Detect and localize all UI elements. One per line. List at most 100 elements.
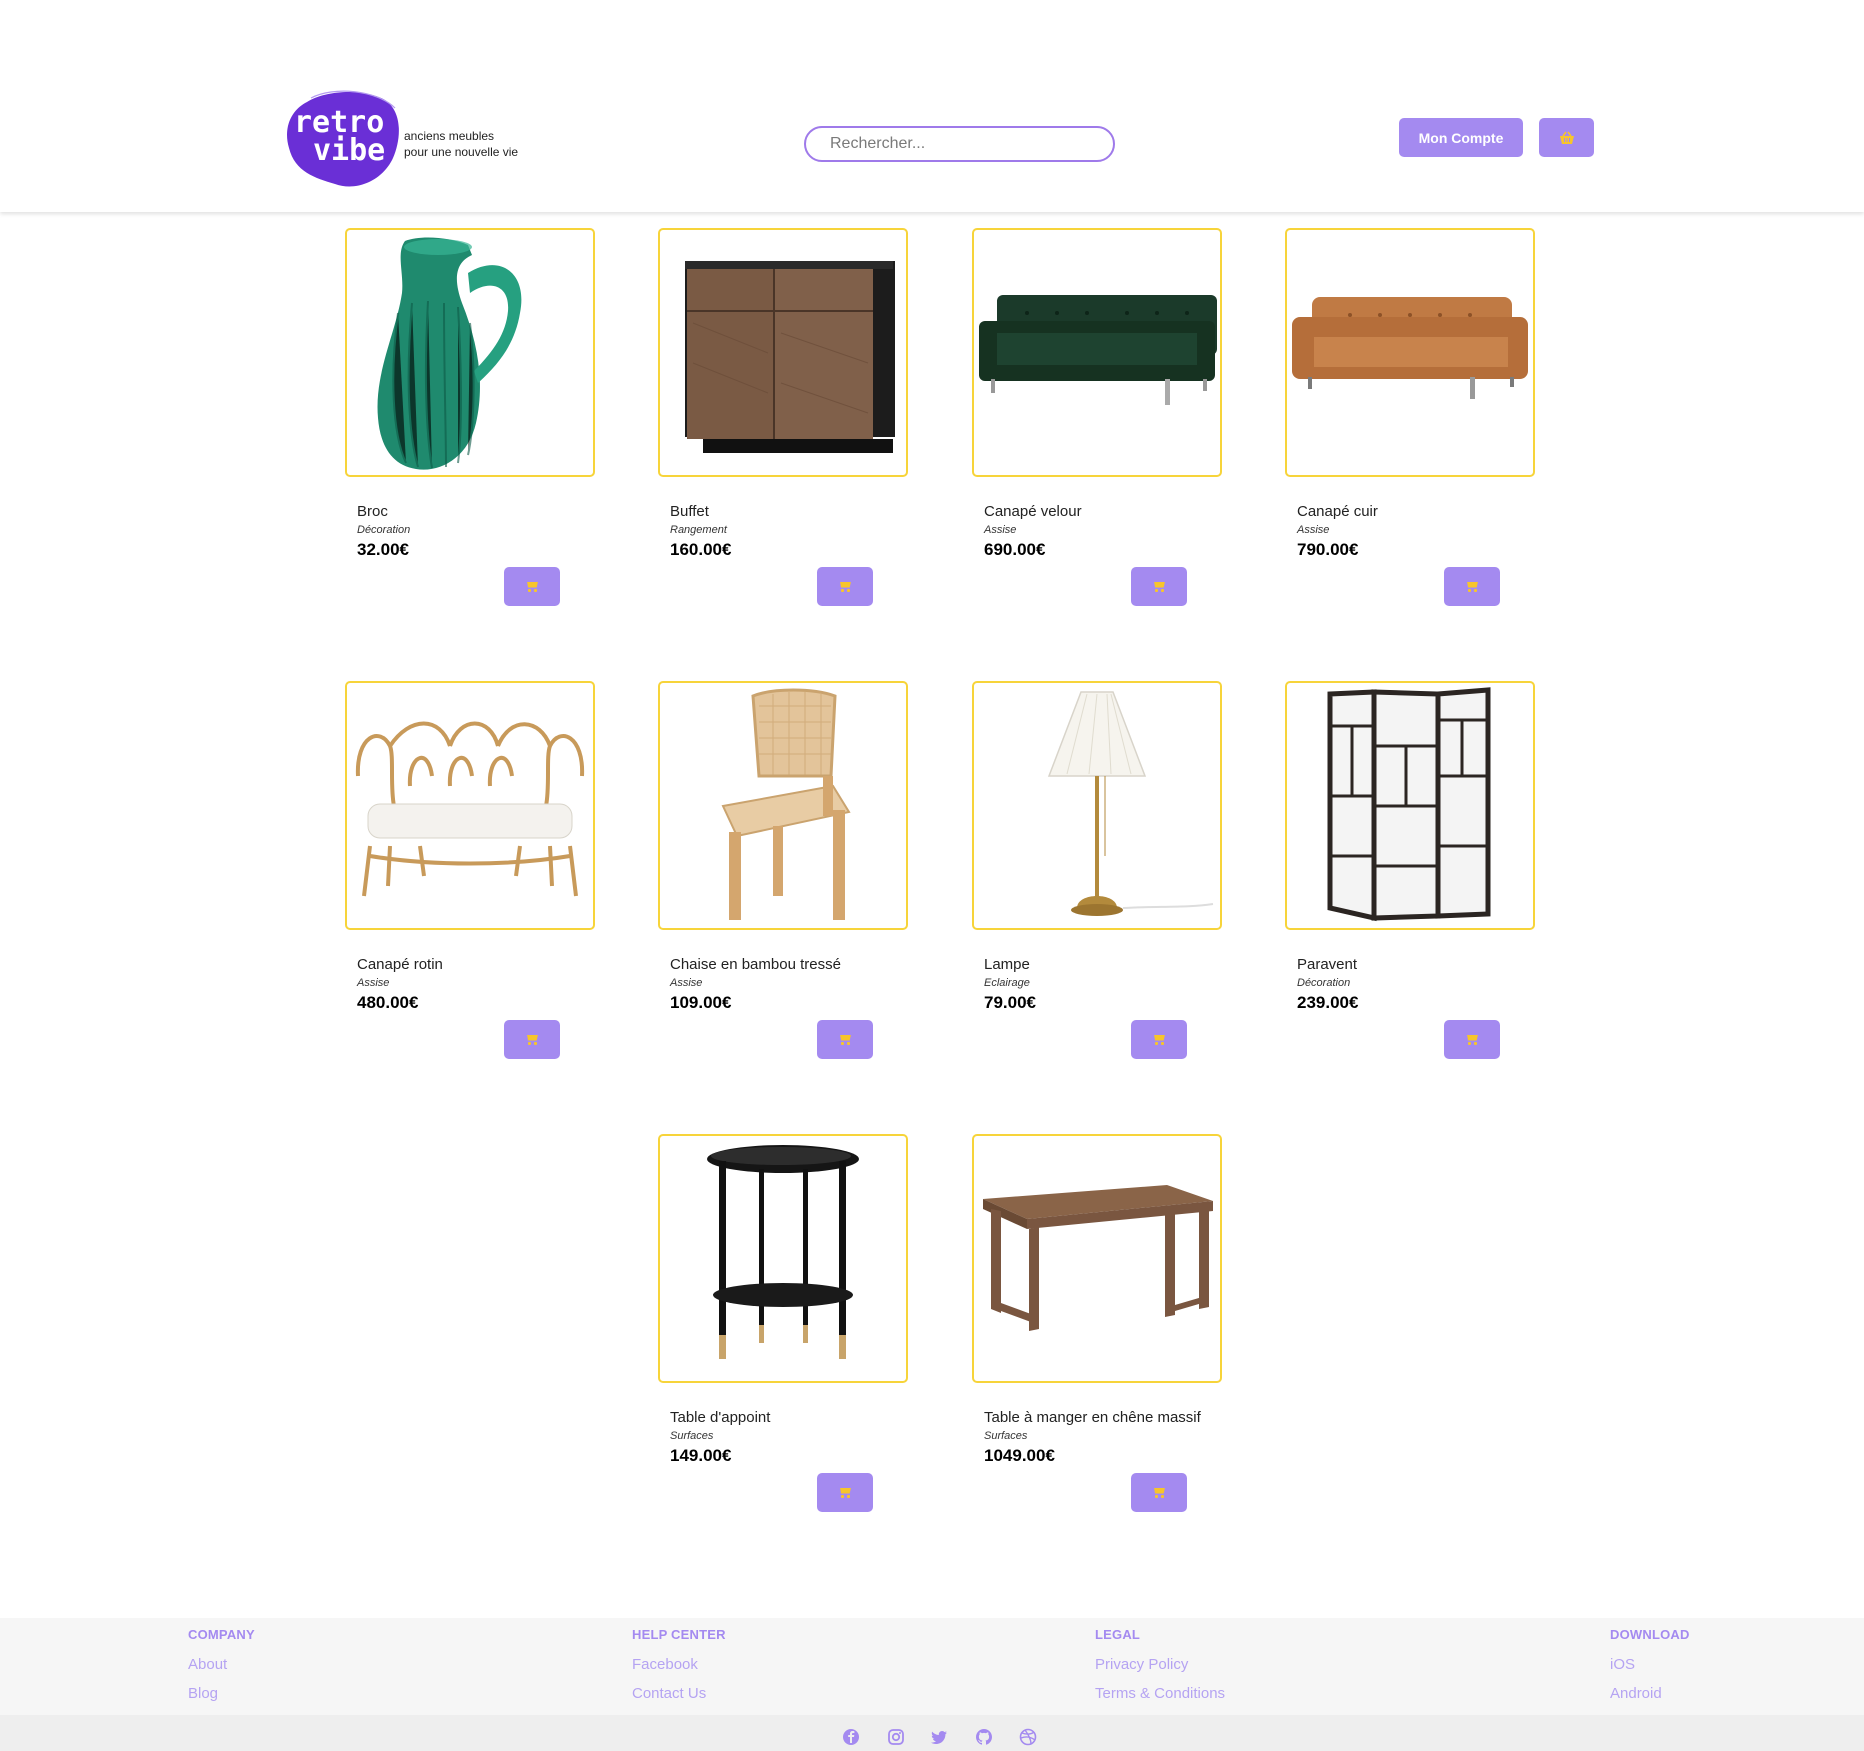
product-price: 239.00€ xyxy=(1297,993,1359,1012)
product-category: Surfaces xyxy=(670,1430,714,1442)
product-name[interactable]: Table d'appoint xyxy=(670,1409,770,1426)
cart-icon xyxy=(1152,1487,1166,1499)
folding-screen-image xyxy=(1327,686,1491,921)
brass-table-lamp-image xyxy=(1047,690,1214,916)
product-price: 480.00€ xyxy=(357,993,419,1012)
add-to-cart-button[interactable] xyxy=(1131,1020,1187,1059)
product-image-frame[interactable] xyxy=(345,681,595,930)
product-category: Assise xyxy=(984,524,1017,536)
add-to-cart-button[interactable] xyxy=(1444,1020,1500,1059)
dribbble-icon[interactable] xyxy=(1019,1728,1037,1746)
product-name[interactable]: Table à manger en chêne massif xyxy=(984,1409,1201,1426)
product-price: 1049.00€ xyxy=(984,1446,1055,1465)
product-price: 790.00€ xyxy=(1297,540,1359,559)
product-card[interactable]: Table à manger en chêne massif Surfaces … xyxy=(972,1134,1222,1534)
retro-vibe-logo[interactable]: retro vibe xyxy=(285,88,403,190)
basket-icon xyxy=(1559,131,1574,144)
cart-icon xyxy=(838,1487,852,1499)
product-category: Eclairage xyxy=(984,977,1030,989)
cart-icon xyxy=(1152,1034,1166,1046)
instagram-icon[interactable] xyxy=(887,1728,905,1746)
account-button[interactable]: Mon Compte xyxy=(1399,118,1523,157)
add-to-cart-button[interactable] xyxy=(504,567,560,606)
product-image-frame[interactable] xyxy=(345,228,595,477)
product-card[interactable]: Canapé cuir Assise 790.00€ xyxy=(1285,228,1535,628)
twitter-icon[interactable] xyxy=(931,1728,949,1746)
add-to-cart-button[interactable] xyxy=(817,1473,873,1512)
cart-icon xyxy=(525,581,539,593)
add-to-cart-button[interactable] xyxy=(817,567,873,606)
product-card[interactable]: Broc Décoration 32.00€ xyxy=(345,228,595,628)
footer-link-terms[interactable]: Terms & Conditions xyxy=(1095,1685,1225,1702)
product-image-frame[interactable] xyxy=(658,228,908,477)
product-price: 32.00€ xyxy=(357,540,409,559)
footer-column-company: COMPANY About Blog xyxy=(188,1618,255,1702)
product-name[interactable]: Broc xyxy=(357,503,388,520)
product-name[interactable]: Chaise en bambou tressé xyxy=(670,956,841,973)
tagline: anciens meubles pour une nouvelle vie xyxy=(404,128,518,160)
product-image-frame[interactable] xyxy=(972,228,1222,477)
basket-button[interactable] xyxy=(1539,118,1594,157)
footer-column-legal: LEGAL Privacy Policy Terms & Conditions xyxy=(1095,1618,1225,1702)
footer-link-ios[interactable]: iOS xyxy=(1610,1656,1690,1673)
footer-link-facebook[interactable]: Facebook xyxy=(632,1656,726,1673)
cart-icon xyxy=(525,1034,539,1046)
product-category: Assise xyxy=(1297,524,1330,536)
product-card[interactable]: Canapé velour Assise 690.00€ xyxy=(972,228,1222,628)
cart-icon xyxy=(838,581,852,593)
green-velvet-sofa-image xyxy=(979,294,1217,405)
product-category: Assise xyxy=(357,977,390,989)
cart-icon xyxy=(1465,1034,1479,1046)
product-image-frame[interactable] xyxy=(1285,681,1535,930)
product-name[interactable]: Paravent xyxy=(1297,956,1357,973)
footer-link-privacy-policy[interactable]: Privacy Policy xyxy=(1095,1656,1225,1673)
product-image-frame[interactable] xyxy=(658,681,908,930)
tan-leather-sofa-image xyxy=(1292,296,1528,399)
product-card[interactable]: Chaise en bambou tressé Assise 109.00€ xyxy=(658,681,908,1081)
woven-bamboo-chair-image xyxy=(721,688,851,920)
product-card[interactable]: Buffet Rangement 160.00€ xyxy=(658,228,908,628)
product-name[interactable]: Canapé cuir xyxy=(1297,503,1378,520)
footer-link-about[interactable]: About xyxy=(188,1656,255,1673)
wooden-sideboard-image xyxy=(685,260,895,453)
product-card[interactable]: Lampe Eclairage 79.00€ xyxy=(972,681,1222,1081)
product-image-frame[interactable] xyxy=(972,1134,1222,1383)
add-to-cart-button[interactable] xyxy=(1444,567,1500,606)
search-input[interactable] xyxy=(804,126,1115,162)
product-name[interactable]: Lampe xyxy=(984,956,1030,973)
oak-dining-table-image xyxy=(983,1184,1213,1331)
footer-column-help-center: HELP CENTER Facebook Contact Us xyxy=(632,1618,726,1702)
facebook-icon[interactable] xyxy=(842,1728,860,1746)
footer-link-blog[interactable]: Blog xyxy=(188,1685,255,1702)
footer-heading: LEGAL xyxy=(1095,1627,1141,1642)
product-card[interactable]: Canapé rotin Assise 480.00€ xyxy=(345,681,595,1081)
footer-column-download: DOWNLOAD iOS Android xyxy=(1610,1618,1690,1702)
product-price: 109.00€ xyxy=(670,993,732,1012)
product-card[interactable]: Paravent Décoration 239.00€ xyxy=(1285,681,1535,1081)
green-glass-pitcher-image xyxy=(377,237,522,470)
product-category: Assise xyxy=(670,977,703,989)
rattan-loveseat-image xyxy=(355,721,585,896)
product-name[interactable]: Canapé velour xyxy=(984,503,1082,520)
product-category: Rangement xyxy=(670,524,727,536)
github-icon[interactable] xyxy=(975,1728,993,1746)
product-category: Décoration xyxy=(357,524,411,536)
site-header: retro vibe anciens meubles pour une nouv… xyxy=(0,0,1864,212)
product-category: Surfaces xyxy=(984,1430,1028,1442)
footer-link-android[interactable]: Android xyxy=(1610,1685,1690,1702)
tagline-line-1: anciens meubles xyxy=(404,129,495,143)
product-image-frame[interactable] xyxy=(658,1134,908,1383)
cart-icon xyxy=(1465,581,1479,593)
product-name[interactable]: Canapé rotin xyxy=(357,956,443,973)
product-image-frame[interactable] xyxy=(972,681,1222,930)
cart-icon xyxy=(1152,581,1166,593)
product-name[interactable]: Buffet xyxy=(670,503,709,520)
product-card[interactable]: Table d'appoint Surfaces 149.00€ xyxy=(658,1134,908,1534)
add-to-cart-button[interactable] xyxy=(1131,567,1187,606)
add-to-cart-button[interactable] xyxy=(504,1020,560,1059)
product-price: 149.00€ xyxy=(670,1446,732,1465)
footer-link-contact-us[interactable]: Contact Us xyxy=(632,1685,726,1702)
add-to-cart-button[interactable] xyxy=(1131,1473,1187,1512)
add-to-cart-button[interactable] xyxy=(817,1020,873,1059)
product-image-frame[interactable] xyxy=(1285,228,1535,477)
